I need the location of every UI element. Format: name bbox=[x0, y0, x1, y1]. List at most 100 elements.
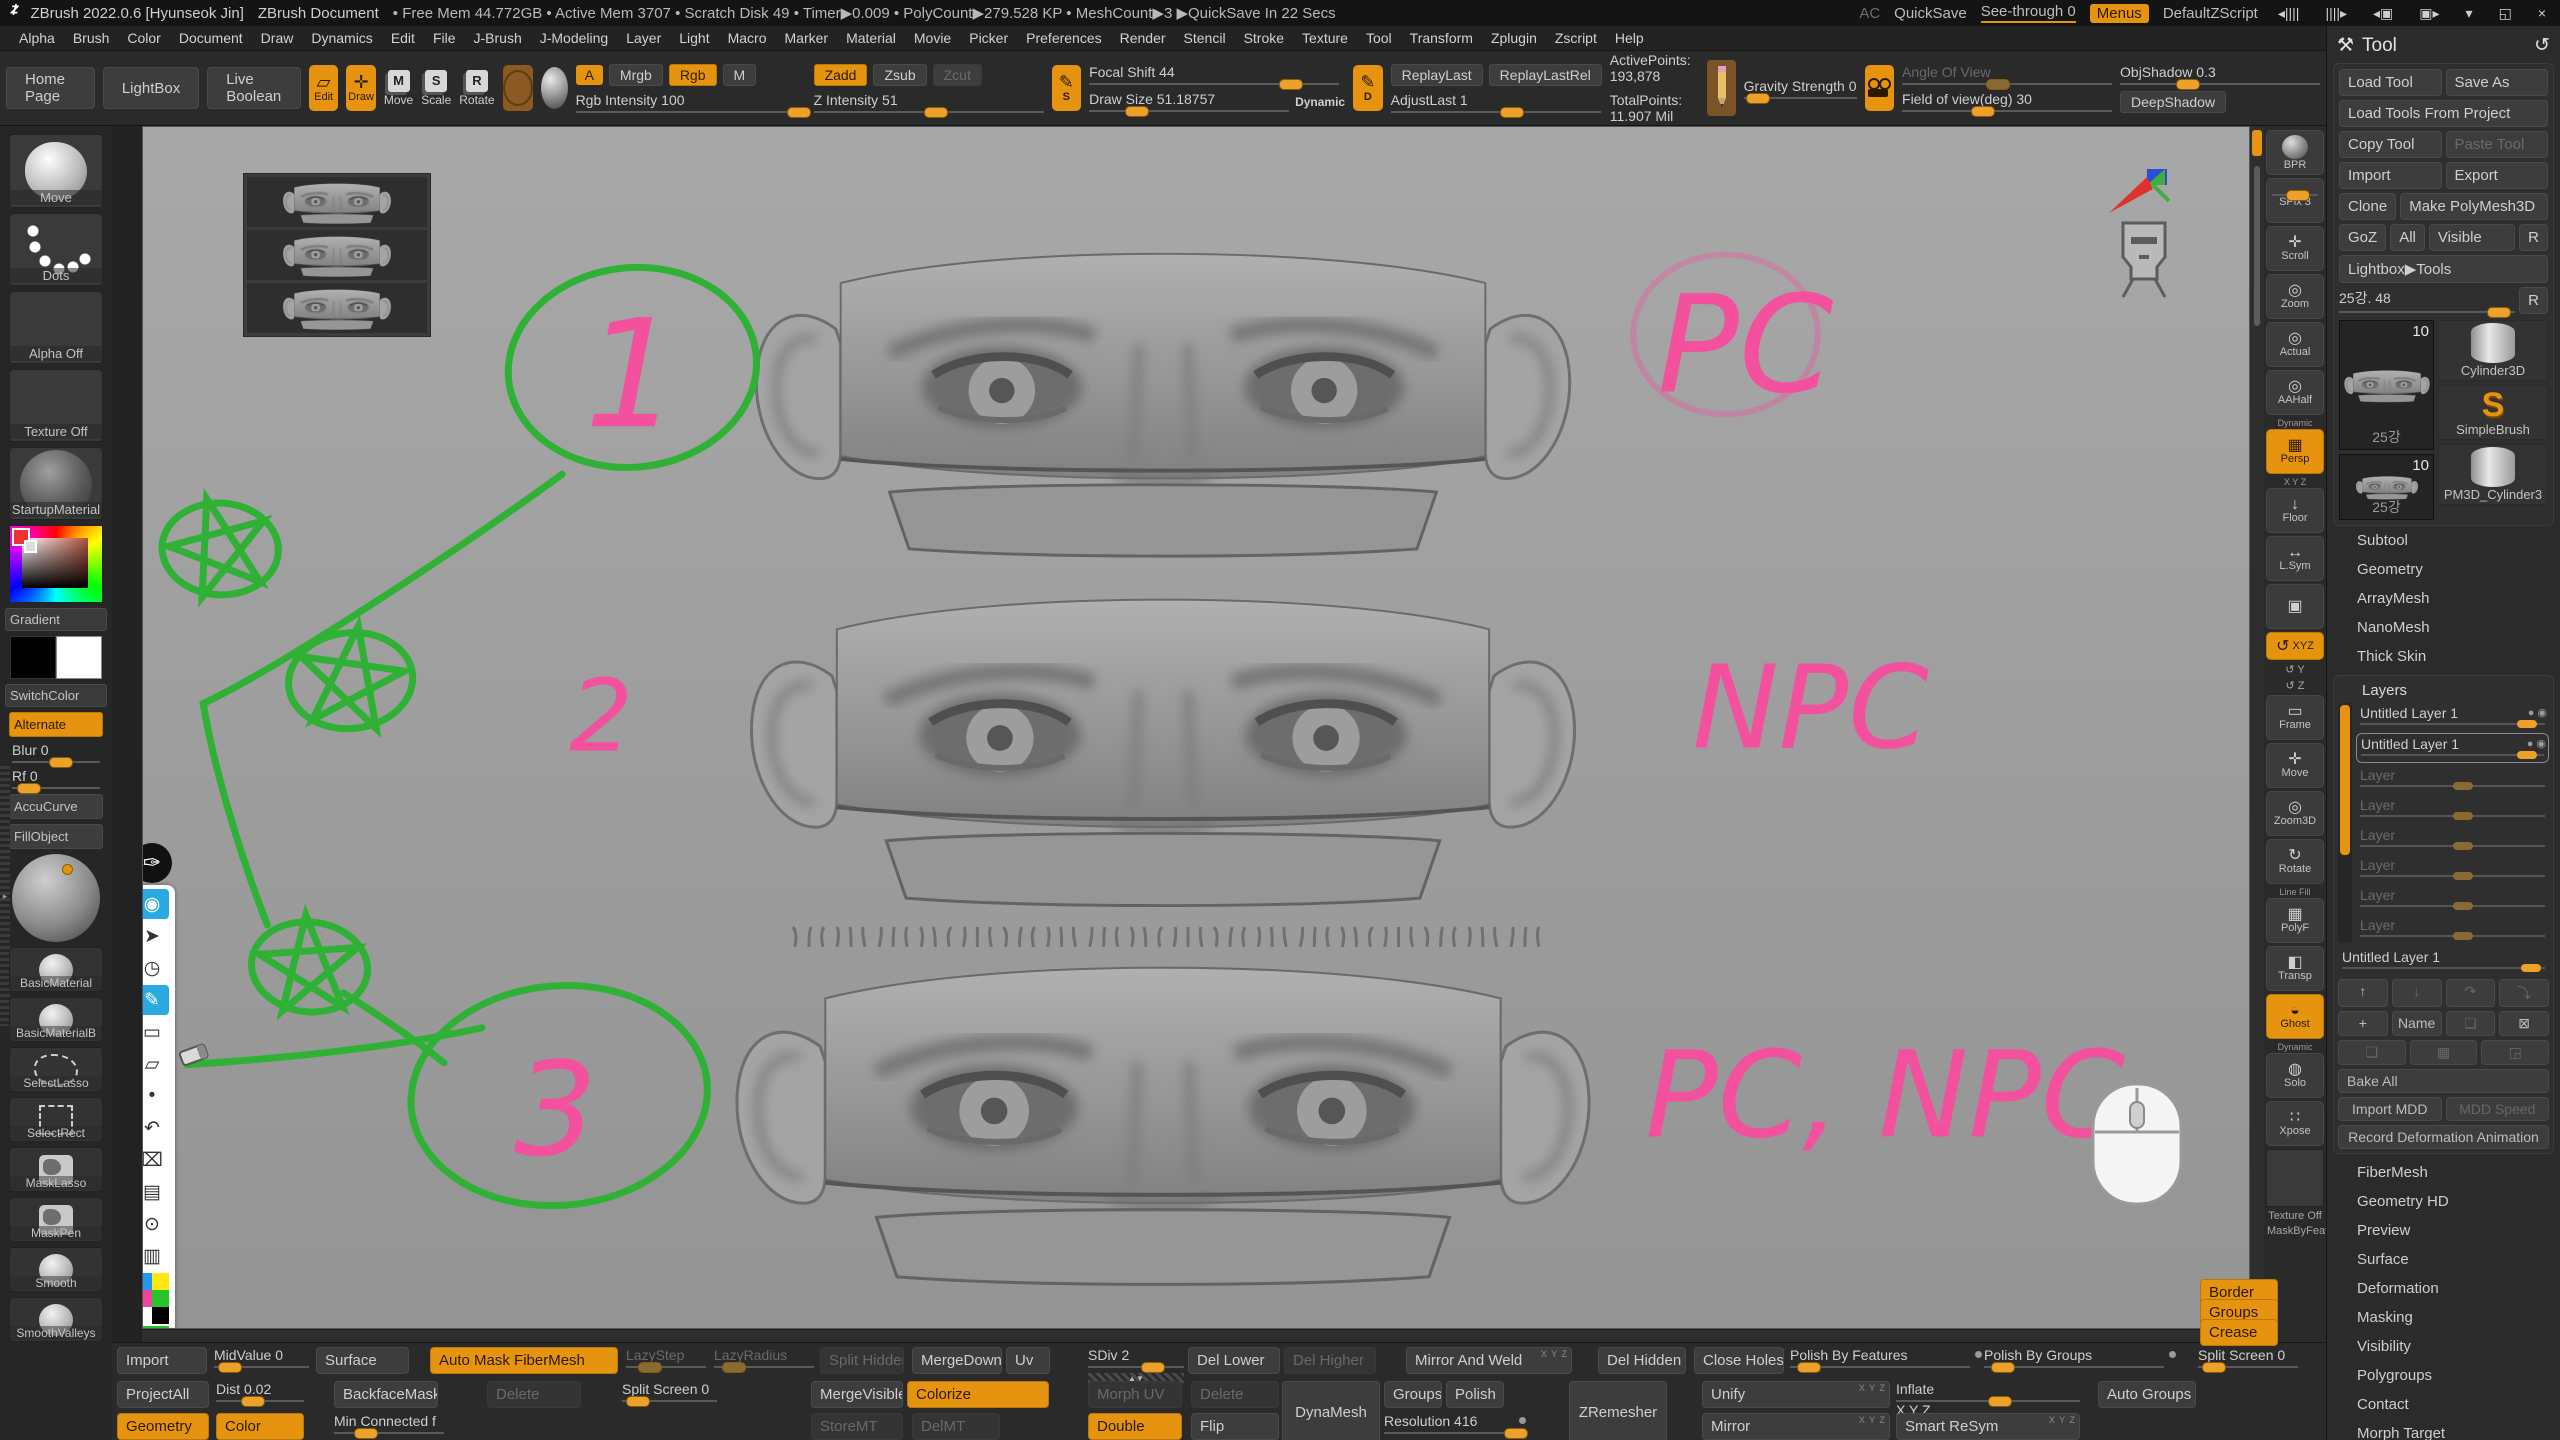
palette-swatch[interactable] bbox=[142, 1290, 152, 1307]
auto-mask-fibermesh-button[interactable]: Auto Mask FiberMesh bbox=[430, 1347, 618, 1374]
tool-slider[interactable]: 25강. 48 bbox=[2339, 288, 2515, 313]
section-preview[interactable]: Preview bbox=[2327, 1216, 2560, 1245]
menu-help[interactable]: Help bbox=[1606, 28, 1653, 48]
uv-button[interactable]: Uv bbox=[1006, 1347, 1050, 1374]
rgb-toggle[interactable]: Rgb bbox=[669, 64, 717, 86]
lazyradius-slider[interactable]: LazyRadius bbox=[714, 1347, 814, 1368]
goz-all-button[interactable]: All bbox=[2390, 224, 2425, 251]
deep-shadow-button[interactable]: DeepShadow bbox=[2120, 91, 2226, 113]
layer-arrow-1[interactable]: ↓ bbox=[2392, 979, 2442, 1007]
smart-resym-button[interactable]: Smart ReSymX Y Z bbox=[1896, 1413, 2080, 1440]
section-subtool[interactable]: Subtool bbox=[2327, 526, 2560, 555]
divider-right-icon[interactable]: ||||▸ bbox=[2319, 5, 2353, 22]
xyz-button[interactable]: ↺XYZ bbox=[2266, 632, 2324, 660]
z-intensity-slider[interactable]: Z Intensity 51 bbox=[814, 92, 1044, 113]
frame-button[interactable]: ▭Frame bbox=[2266, 695, 2324, 740]
resolution-416-slider[interactable]: Resolution 416 bbox=[1384, 1413, 1514, 1434]
color-palette[interactable] bbox=[142, 1273, 169, 1324]
camera-icon[interactable] bbox=[1865, 65, 1895, 111]
solo-button[interactable]: ◍Solo bbox=[2266, 1053, 2324, 1098]
menu-transform[interactable]: Transform bbox=[1401, 28, 1482, 48]
layer-op-icon[interactable]: ▦ bbox=[2410, 1040, 2478, 1065]
section-masking[interactable]: Masking bbox=[2327, 1303, 2560, 1332]
menu-material[interactable]: Material bbox=[837, 28, 905, 48]
section-nanomesh[interactable]: NanoMesh bbox=[2327, 613, 2560, 642]
tool-thumbnail-pm3d-cylinder[interactable]: PM3D_Cylinder3 bbox=[2438, 444, 2548, 505]
layer-arrow-0[interactable]: ↑ bbox=[2338, 979, 2388, 1007]
tool-thumbnail-simplebrush[interactable]: S SimpleBrush bbox=[2438, 385, 2548, 440]
dock-left-icon[interactable]: ◂▣ bbox=[2367, 5, 2399, 22]
layer-row[interactable]: Untitled Layer 1● ◉ bbox=[2356, 703, 2549, 731]
spix-3-button[interactable]: SPix 3 bbox=[2266, 178, 2324, 223]
basicmaterial[interactable]: BasicMaterial bbox=[9, 947, 103, 992]
rotate-z-button[interactable]: ↺ Z bbox=[2267, 679, 2323, 692]
undo-tool-icon[interactable]: ↶ bbox=[142, 1113, 169, 1143]
export-button[interactable]: Export bbox=[2446, 162, 2549, 189]
polyf-button[interactable]: ▦PolyF bbox=[2266, 898, 2324, 943]
draw-mode-button[interactable]: ✛ Draw bbox=[346, 65, 376, 111]
pen-app-icon[interactable]: ✑ bbox=[142, 843, 172, 883]
minimize-button[interactable]: ▾ bbox=[2460, 5, 2479, 22]
zoom-button[interactable]: ◎Zoom bbox=[2266, 274, 2324, 319]
crease-button[interactable]: Crease bbox=[2200, 1319, 2278, 1346]
horizontal-scrollbar[interactable] bbox=[142, 1329, 2250, 1342]
midvalue-0-slider[interactable]: MidValue 0 bbox=[214, 1347, 309, 1368]
eye-tool-icon[interactable]: ◉ bbox=[142, 889, 169, 919]
sculpt-strip-2[interactable] bbox=[738, 569, 1588, 911]
document-canvas[interactable]: 1 2 3 PC NPC PC, NPC bbox=[142, 126, 2250, 1329]
sculpt-strip-3[interactable] bbox=[723, 939, 1603, 1287]
menu-brush[interactable]: Brush bbox=[64, 28, 119, 48]
rf-0[interactable]: Rf 0 bbox=[12, 768, 100, 789]
section-contact[interactable]: Contact bbox=[2327, 1390, 2560, 1419]
switch-color-button[interactable]: SwitchColor bbox=[5, 684, 107, 707]
make-polymesh3d-button[interactable]: Make PolyMesh3D bbox=[2400, 193, 2548, 220]
zsub-toggle[interactable]: Zsub bbox=[873, 64, 926, 86]
zoom3d-button[interactable]: ◎Zoom3D bbox=[2266, 791, 2324, 836]
section-arraymesh[interactable]: ArrayMesh bbox=[2327, 584, 2560, 613]
goz-button[interactable]: GoZ bbox=[2339, 224, 2386, 251]
gravity-strength-slider[interactable]: Gravity Strength 0 bbox=[1744, 78, 1857, 99]
alpha-off[interactable]: Alpha Off bbox=[9, 291, 103, 364]
goz-visible-button[interactable]: Visible bbox=[2429, 224, 2515, 251]
sculpt-strip-1[interactable] bbox=[743, 225, 1583, 560]
close-button[interactable]: × bbox=[2532, 5, 2552, 21]
menu-texture[interactable]: Texture bbox=[1293, 28, 1357, 48]
zremesher-button[interactable]: ZRemesher bbox=[1569, 1381, 1667, 1440]
dock-right-icon[interactable]: ▣▸ bbox=[2413, 5, 2445, 22]
tool-thumbnail-cylinder3d[interactable]: Cylinder3D bbox=[2438, 320, 2548, 381]
menu-stencil[interactable]: Stencil bbox=[1175, 28, 1235, 48]
auto-groups-button[interactable]: Auto Groups bbox=[2098, 1381, 2196, 1408]
colorize-button[interactable]: Colorize bbox=[907, 1381, 1049, 1408]
replay-last-button[interactable]: ReplayLast bbox=[1391, 64, 1483, 86]
home-page-button[interactable]: Home Page bbox=[6, 67, 95, 109]
eraser-tool-icon[interactable]: ▱ bbox=[142, 1049, 169, 1079]
menu-tool[interactable]: Tool bbox=[1357, 28, 1401, 48]
menu-marker[interactable]: Marker bbox=[776, 28, 838, 48]
layer-arrow-3[interactable]: ⤵ bbox=[2499, 979, 2549, 1007]
mergevisible-button[interactable]: MergeVisible bbox=[811, 1381, 903, 1408]
section-deformation[interactable]: Deformation bbox=[2327, 1274, 2560, 1303]
layer-intensity-slider[interactable]: Untitled Layer 1 bbox=[2338, 943, 2549, 975]
rotate-y-button[interactable]: ↺ Y bbox=[2267, 663, 2323, 676]
surface-button[interactable]: Surface bbox=[316, 1347, 409, 1374]
lightbox-tools-button[interactable]: Lightbox▶Tools bbox=[2339, 255, 2548, 283]
load-tools-from-project-button[interactable]: Load Tools From Project bbox=[2339, 100, 2548, 127]
layer-row[interactable]: Layer bbox=[2356, 825, 2549, 853]
gradient[interactable] bbox=[9, 525, 103, 603]
layer-row[interactable]: Layer bbox=[2356, 915, 2549, 943]
m-toggle[interactable]: M bbox=[723, 64, 757, 86]
flip-button[interactable]: Flip bbox=[1191, 1413, 1279, 1440]
current-alpha-button[interactable] bbox=[541, 67, 568, 109]
menu-j-modeling[interactable]: J-Modeling bbox=[531, 28, 617, 48]
move-mode-button[interactable]: MMove bbox=[384, 70, 413, 107]
bigsphere[interactable] bbox=[10, 854, 102, 942]
switchcolor[interactable] bbox=[10, 636, 102, 679]
draw-size-slider[interactable]: Draw Size 51.18757 bbox=[1089, 91, 1289, 112]
rgb-intensity-slider[interactable]: Rgb Intensity 100 bbox=[576, 92, 806, 113]
unify-button[interactable]: UnifyX Y Z bbox=[1702, 1381, 1890, 1408]
double-button[interactable]: Double bbox=[1088, 1413, 1182, 1440]
layer-arrow-2[interactable]: ↷ bbox=[2446, 979, 2496, 1007]
import-mdd-button[interactable]: Import MDD bbox=[2338, 1097, 2442, 1121]
fillobject[interactable]: FillObject bbox=[9, 824, 103, 849]
projectall-button[interactable]: ProjectAll bbox=[117, 1381, 209, 1408]
